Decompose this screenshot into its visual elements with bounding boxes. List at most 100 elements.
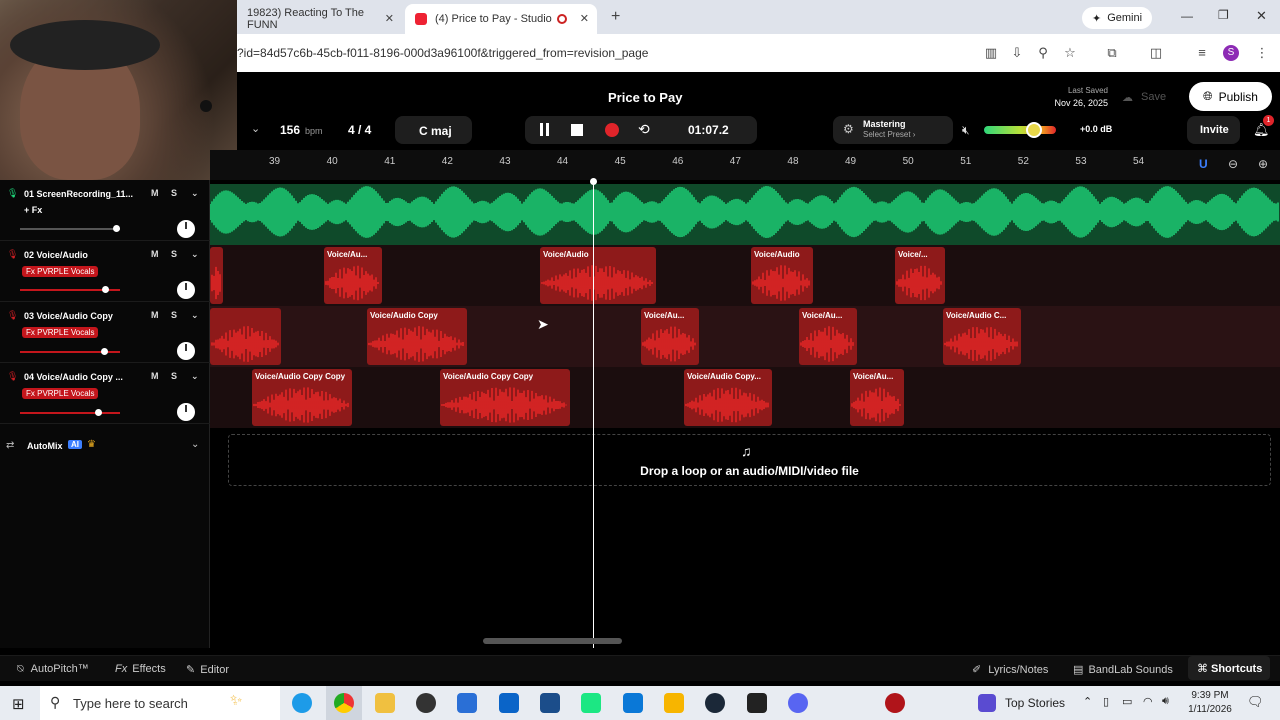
stop-icon[interactable] (571, 124, 583, 136)
chevron-down-icon[interactable]: ⌄ (191, 188, 199, 199)
speaker-mute-icon[interactable]: 🔇︎ (962, 123, 970, 138)
obs-icon[interactable] (416, 693, 436, 713)
volume-slider[interactable] (20, 348, 120, 355)
track-header-4[interactable]: 🎙︎ 04 Voice/Audio Copy ... M S ⌄ Fx PVRP… (0, 363, 210, 424)
effects-button[interactable]: Fx Effects (115, 663, 166, 675)
solo-button[interactable]: S (171, 249, 177, 259)
tab-reacting[interactable]: 19823) Reacting To The FUNN ✕ (237, 4, 402, 34)
audio-clip[interactable]: Voice/Audio C... (943, 308, 1021, 365)
windows-start-icon[interactable]: ⊞ (12, 695, 25, 713)
lane-1[interactable] (210, 184, 1280, 245)
solo-button[interactable]: S (171, 188, 177, 198)
chevron-down-icon[interactable]: ⌄ (251, 122, 260, 135)
chevron-down-icon[interactable]: ⌄ (191, 310, 199, 321)
volume-slider[interactable] (20, 286, 120, 293)
edge-icon[interactable] (292, 693, 312, 713)
track-name[interactable]: 01 ScreenRecording_11... (24, 189, 133, 199)
chrome-menu-icon[interactable]: ⋮ (1254, 45, 1270, 61)
wifi-icon[interactable]: ◠ (1143, 695, 1153, 708)
media-controls-icon[interactable]: ≡ (1194, 45, 1210, 61)
lane-4[interactable]: Voice/Audio Copy Copy Voice/Audio Copy Co… (210, 367, 1280, 428)
slider-knob[interactable] (113, 225, 120, 232)
save-button[interactable]: ☁ Save (1122, 87, 1166, 107)
rockstar-icon[interactable] (664, 693, 684, 713)
chrome-taskbar-item[interactable] (326, 686, 362, 720)
volume-slider[interactable] (20, 409, 120, 416)
solo-button[interactable]: S (171, 310, 177, 320)
reading-mode-icon[interactable]: ▥ (983, 45, 999, 61)
window-close-icon[interactable]: ✕ (1256, 8, 1267, 24)
bpm-value[interactable]: 156 (280, 123, 300, 137)
maximize-icon[interactable]: ❐ (1218, 8, 1229, 22)
playhead[interactable] (593, 180, 594, 648)
audio-clip[interactable]: Voice/Au... (641, 308, 699, 365)
microsoft-store-icon[interactable] (457, 693, 477, 713)
profile-avatar[interactable]: S (1223, 45, 1239, 61)
minimize-icon[interactable]: — (1181, 9, 1193, 23)
track-header-3[interactable]: 🎙︎ 03 Voice/Audio Copy M S ⌄ Fx PVRPLE V… (0, 302, 210, 363)
clock-time[interactable]: 9:39 PM (1188, 690, 1232, 701)
fx-badge[interactable]: Fx PVRPLE Vocals (22, 388, 99, 399)
loop-icon[interactable]: ⟲ (638, 121, 650, 138)
audio-clip[interactable]: Voice/Audio Copy... (684, 369, 772, 426)
fx-badge[interactable]: Fx PVRPLE Vocals (22, 327, 99, 338)
playhead-handle[interactable] (590, 178, 597, 185)
gemini-button[interactable]: ✦ Gemini (1082, 7, 1153, 29)
pan-knob[interactable] (177, 220, 195, 238)
drop-zone[interactable]: ♫ Drop a loop or an audio/MIDI/video fil… (228, 434, 1271, 486)
slider-knob[interactable] (95, 409, 102, 416)
clock-date[interactable]: 1/11/2026 (1180, 704, 1240, 715)
solo-button[interactable]: S (171, 371, 177, 381)
tray-chevron-icon[interactable]: ⌃ (1083, 695, 1092, 708)
close-tab-icon[interactable]: ✕ (385, 12, 394, 25)
audio-clip[interactable] (210, 308, 281, 365)
file-explorer-icon[interactable] (375, 693, 395, 713)
track-name[interactable]: 03 Voice/Audio Copy (24, 311, 113, 321)
device-icon[interactable]: ▯ (1103, 695, 1109, 708)
tab-price-to-pay[interactable]: (4) Price to Pay - Studio ✕ (405, 4, 597, 34)
fx-badge[interactable]: Fx PVRPLE Vocals (22, 266, 99, 277)
audio-clip[interactable]: Voice/Audio Copy Copy (440, 369, 570, 426)
volume-slider[interactable] (20, 225, 120, 232)
mute-button[interactable]: M (151, 371, 159, 381)
track-name[interactable]: 04 Voice/Audio Copy ... (24, 372, 123, 382)
track-header-2[interactable]: 🎙︎ 02 Voice/Audio M S ⌄ Fx PVRPLE Vocals (0, 241, 210, 302)
discord-icon[interactable] (788, 693, 808, 713)
invite-button[interactable]: Invite (1187, 116, 1240, 144)
horizontal-scrollbar[interactable] (483, 638, 622, 644)
slider-knob[interactable] (101, 348, 108, 355)
lane-3[interactable]: Voice/Audio Copy Voice/Au... Voice/Au... Vo… (210, 306, 1280, 367)
pan-knob[interactable] (177, 403, 195, 421)
snap-magnet-icon[interactable]: U (1199, 157, 1213, 171)
volume-icon[interactable]: 🔊︎ (1162, 695, 1169, 708)
chevron-down-icon[interactable]: ⌄ (191, 371, 199, 382)
hulu-icon[interactable] (581, 693, 601, 713)
track-name[interactable]: 02 Voice/Audio (24, 250, 88, 260)
pan-knob[interactable] (177, 342, 195, 360)
audio-clip[interactable]: Voice/... (895, 247, 945, 304)
publish-button[interactable]: 🌐︎ Publish (1189, 82, 1272, 111)
steam-icon[interactable] (705, 693, 725, 713)
mute-button[interactable]: M (151, 310, 159, 320)
battery-icon[interactable]: ▭ (1122, 695, 1132, 708)
extensions-icon[interactable]: ⧉ (1104, 45, 1120, 61)
address-bar[interactable]: ?id=84d57c6b-45cb-f011-8196-000d3a96100f… (237, 34, 1280, 72)
volume-knob[interactable] (1026, 122, 1043, 138)
bookmark-star-icon[interactable]: ☆ (1062, 45, 1078, 61)
pause-icon[interactable] (539, 123, 551, 137)
chevron-down-icon[interactable]: ⌄ (191, 249, 199, 260)
automix-row[interactable]: ⇄ AutoMix AI ♛ ⌄ (0, 436, 210, 458)
bandlab-sounds-button[interactable]: ▤ BandLab Sounds (1073, 663, 1173, 676)
audio-clip[interactable]: Voice/Audio Copy (367, 308, 467, 365)
lyrics-notes-button[interactable]: ✐ Lyrics/Notes (972, 663, 1048, 676)
folder-app-icon[interactable] (540, 693, 560, 713)
shortcuts-button[interactable]: ⌘ Shortcuts (1188, 656, 1270, 680)
lane-2[interactable]: Voice/Au... Voice/Audio Voice/Audio Voice/.… (210, 245, 1280, 306)
zoom-icon[interactable]: ⚲ (1035, 45, 1051, 61)
audio-clip[interactable]: Voice/Au... (850, 369, 904, 426)
new-tab-icon[interactable]: + (611, 8, 620, 26)
recorder-icon[interactable] (885, 693, 905, 713)
editor-button[interactable]: ✎ Editor (186, 663, 229, 676)
slider-knob[interactable] (102, 286, 109, 293)
close-tab-icon[interactable]: ✕ (580, 12, 589, 25)
